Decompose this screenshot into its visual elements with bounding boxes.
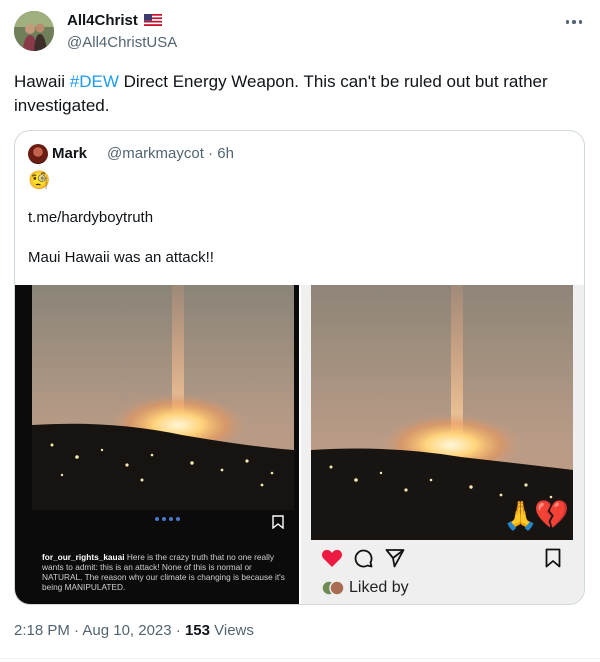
save-icon: [272, 515, 284, 529]
author-avatar[interactable]: [14, 11, 54, 51]
author-display-name[interactable]: All4Christ: [67, 12, 138, 29]
tweet-text-before: Hawaii: [14, 72, 70, 91]
bookmark-icon[interactable]: [545, 548, 561, 568]
carousel-dots: [155, 517, 180, 521]
more-icon[interactable]: [562, 12, 586, 32]
media-right-panel[interactable]: 🙏 💔 Liked by: [301, 285, 584, 604]
comment-icon[interactable]: [353, 548, 373, 568]
instagram-action-bar: [311, 543, 573, 571]
quote-emoji: 🧐: [28, 170, 51, 190]
quote-author-name[interactable]: Mark: [52, 145, 87, 162]
views-label: Views: [209, 622, 254, 639]
author-handle[interactable]: @All4ChristUSA: [67, 34, 177, 51]
quote-author-avatar[interactable]: [28, 144, 48, 164]
share-icon[interactable]: [385, 548, 405, 568]
liked-by-text: Liked by: [349, 579, 409, 596]
liked-by-avatars: [321, 580, 345, 596]
tweet-text: Hawaii #DEW Direct Energy Weapon. This c…: [14, 70, 574, 118]
broken-heart-emoji: 💔: [534, 499, 569, 530]
quote-text-body: Maui Hawaii was an attack!!: [28, 249, 214, 266]
divider: [0, 658, 600, 659]
tweet-time-date[interactable]: 2:18 PM · Aug 10, 2023 ·: [14, 622, 185, 639]
pray-emoji: 🙏: [503, 500, 538, 531]
tweet-meta: 2:18 PM · Aug 10, 2023 · 153 Views: [14, 622, 254, 639]
quote-author-handle-time[interactable]: @markmaycot · 6h: [107, 145, 234, 162]
tweet: All4Christ @All4ChristUSA Hawaii #DEW Di…: [0, 0, 600, 662]
caption-user: for_our_rights_kauai: [42, 552, 125, 562]
media-left-panel[interactable]: for_our_rights_kauai Here is the crazy t…: [15, 285, 299, 604]
flag-icon: [144, 14, 162, 26]
hashtag-link[interactable]: #DEW: [70, 72, 119, 91]
quoted-tweet[interactable]: Mark @markmaycot · 6h 🧐 t.me/hardyboytru…: [14, 130, 585, 605]
quote-text-link: t.me/hardyboytruth: [28, 209, 154, 226]
fire-photo-left: [32, 285, 294, 510]
quote-media[interactable]: for_our_rights_kauai Here is the crazy t…: [15, 285, 584, 604]
instagram-caption: for_our_rights_kauai Here is the crazy t…: [42, 552, 294, 592]
views-count: 153: [184, 622, 210, 639]
heart-icon[interactable]: [321, 548, 343, 568]
